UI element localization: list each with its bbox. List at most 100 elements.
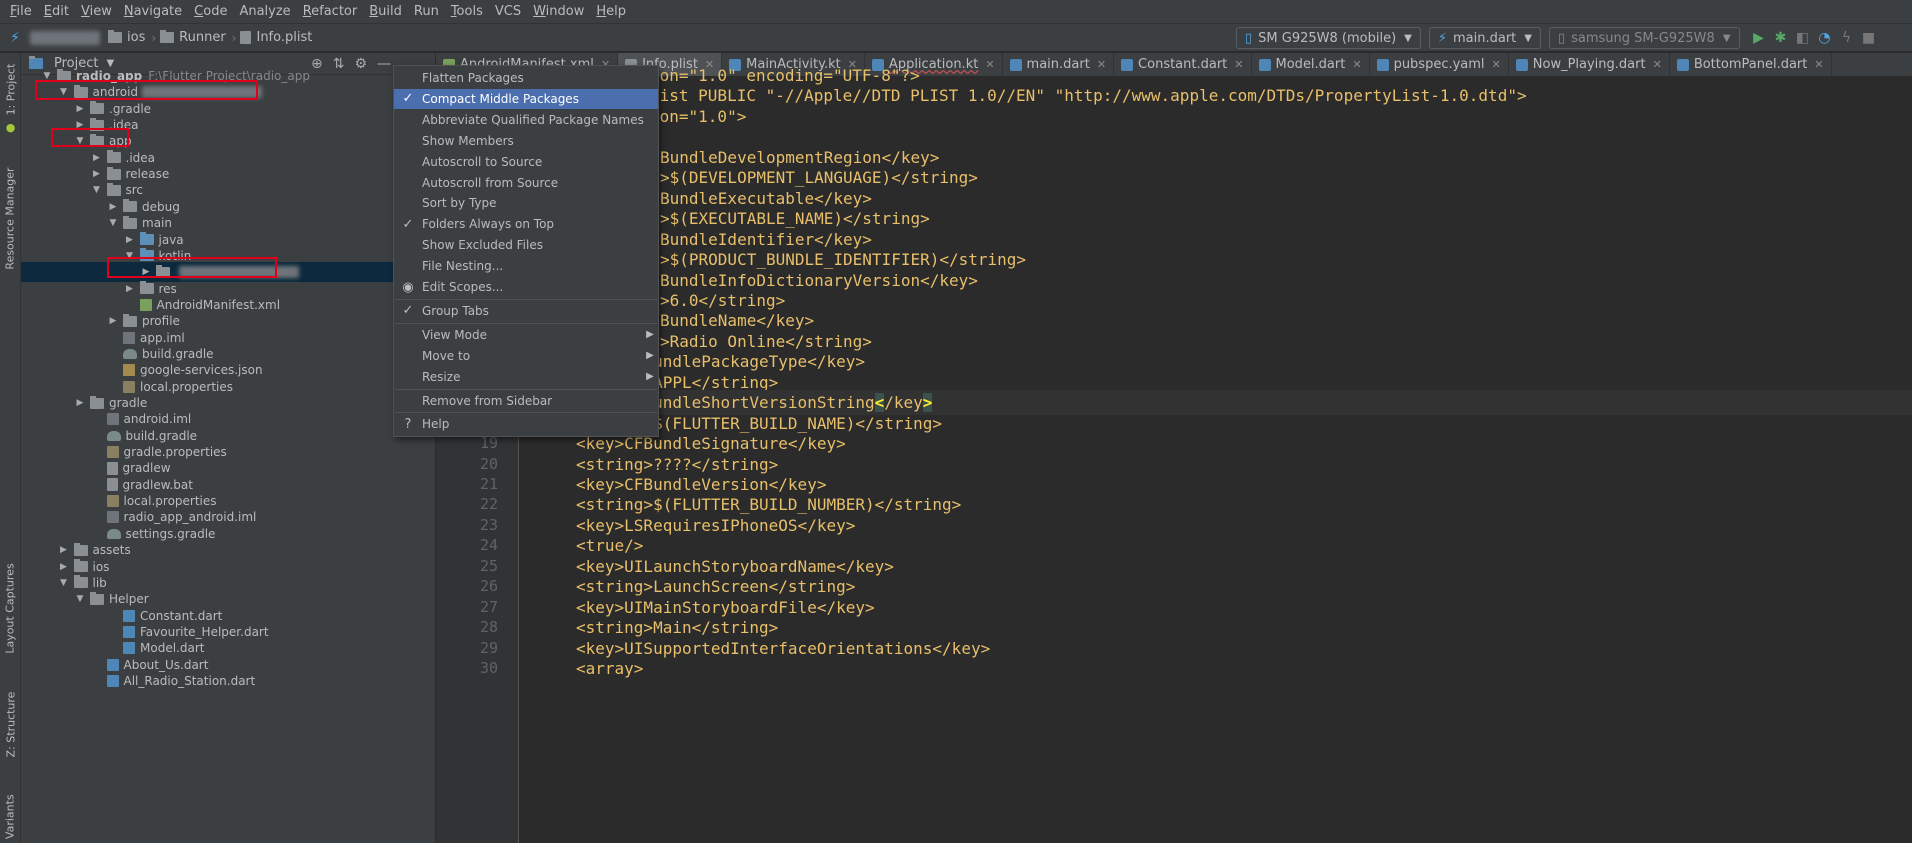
chevron-down-icon: ▼ — [1524, 32, 1532, 44]
layout-captures-tab[interactable]: Layout Captures — [0, 553, 21, 663]
breadcrumb-info-plist[interactable]: Info.plist — [240, 30, 312, 45]
structure-tab[interactable]: Z: Structure — [0, 679, 21, 769]
prop-icon — [106, 446, 119, 459]
line-number: 26 — [479, 577, 498, 596]
flutter-logo-icon[interactable]: ⚡ — [4, 27, 26, 49]
menu-mnemonic: V — [80, 3, 90, 19]
tree-item-label: ios — [92, 559, 110, 574]
expand-right-icon[interactable]: ▶ — [107, 202, 119, 212]
expand-right-icon[interactable]: ▶ — [91, 153, 103, 163]
menu-item[interactable]: ✓ Folders Always on Top — [394, 214, 658, 234]
menu-view[interactable]: View — [75, 0, 118, 24]
phone-icon: ▯ — [1557, 30, 1566, 46]
menu-mnemonic: W — [533, 3, 546, 19]
folder-icon — [139, 281, 154, 295]
expand-down-icon[interactable]: ▼ — [74, 594, 86, 604]
device-selector[interactable]: ▯ SM G925W8 (mobile) ▼ — [1236, 27, 1421, 49]
code-text: >$(DEVELOPMENT_LANGUAGE)</string> — [660, 168, 978, 188]
menu-edit[interactable]: Edit — [38, 0, 75, 24]
tree-item[interactable]: All_Radio_Station.dart — [21, 671, 431, 691]
hot-reload-icon[interactable]: ϟ — [1836, 27, 1858, 49]
expand-down-icon[interactable]: ▼ — [107, 218, 119, 228]
expand-right-icon[interactable]: ▶ — [58, 562, 70, 572]
breadcrumb-runner[interactable]: Runner — [160, 30, 226, 45]
menu-item[interactable]: Sort by Type — [394, 193, 658, 213]
expand-right-icon[interactable]: ▶ — [74, 104, 86, 114]
menu-mnemonic: R — [302, 3, 312, 19]
expand-right-icon[interactable]: ▶ — [91, 169, 103, 179]
menu-item[interactable]: View Mode ▶ — [394, 325, 658, 345]
menu-file[interactable]: File — [4, 0, 38, 24]
menu-refactor[interactable]: Refactor — [297, 0, 364, 24]
menu-window[interactable]: Window — [527, 0, 590, 24]
resource-manager-tab[interactable]: Resource Manager — [0, 153, 21, 283]
expand-right-icon[interactable]: ▶ — [58, 545, 70, 555]
menu-item-label: Move to — [422, 348, 471, 363]
menu-tools[interactable]: Tools — [445, 0, 489, 24]
folder-icon — [73, 559, 88, 572]
build-variants-tab[interactable]: uild Variants — [0, 783, 21, 843]
menu-help[interactable]: Help — [590, 0, 632, 24]
menu-item[interactable]: Move to ▶ — [394, 346, 658, 366]
expand-right-icon[interactable]: ▶ — [124, 235, 136, 245]
menu-item[interactable]: Show Excluded Files — [394, 235, 658, 255]
expand-right-icon[interactable]: ▶ — [124, 284, 136, 294]
folder-icon — [106, 166, 121, 180]
tree-item-label: gradle — [109, 396, 148, 410]
target-device-selector[interactable]: ▯ samsung SM-G925W8 ▼ — [1548, 27, 1740, 49]
menu-item[interactable]: Show Members — [394, 131, 658, 151]
expand-down-icon[interactable]: ▼ — [91, 185, 103, 195]
expand-right-icon[interactable]: ▶ — [74, 398, 86, 408]
coverage-icon[interactable]: ◧ — [1792, 27, 1814, 49]
tree-item-label: java — [158, 232, 184, 247]
menu-navigate[interactable]: Navigate — [118, 0, 188, 24]
menu-item[interactable]: ? Help — [394, 414, 658, 434]
project-crumb-blurred[interactable] — [30, 30, 100, 45]
menu-analyze[interactable]: Analyze — [233, 0, 296, 24]
menu-item[interactable]: Autoscroll from Source — [394, 173, 658, 193]
run-icon[interactable]: ▶ — [1748, 27, 1770, 49]
code-line[interactable]: <array> — [519, 656, 1912, 681]
menu-item[interactable]: Resize ▶ — [394, 367, 658, 387]
menu-item[interactable]: Flatten Packages — [394, 68, 658, 88]
menu-item[interactable]: ◉ Edit Scopes... — [394, 277, 658, 297]
line-number: 22 — [479, 495, 498, 514]
menu-item[interactable]: Remove from Sidebar — [394, 391, 658, 411]
menu-label: VCS — [494, 3, 522, 19]
tree-item-label: release — [125, 167, 170, 182]
folder-icon — [90, 395, 104, 409]
profile-icon[interactable]: ◔ — [1814, 27, 1836, 49]
menu-item-label: Group Tabs — [422, 303, 489, 318]
chevron-down-icon: ▼ — [1722, 32, 1731, 44]
menu-item-label: Autoscroll from Source — [422, 175, 559, 190]
menu-vcs[interactable]: VCS — [489, 0, 527, 24]
file-icon — [106, 461, 118, 475]
tree-item-label: gradlew — [122, 461, 171, 476]
expand-down-icon[interactable]: ▼ — [58, 578, 70, 588]
menu-mnemonic: E — [43, 3, 52, 19]
menu-label-rest: uild — [378, 3, 402, 19]
menu-item[interactable]: ✓ Compact Middle Packages — [394, 88, 658, 109]
stop-icon[interactable]: ■ — [1858, 27, 1880, 49]
code-text: <key>UILaunchStoryboardName</key> — [576, 556, 894, 576]
menu-run[interactable]: Run — [408, 0, 445, 24]
menu-build[interactable]: Build — [363, 0, 408, 24]
menu-item[interactable]: Autoscroll to Source — [394, 152, 658, 172]
tree-item-label: gradle.properties — [123, 445, 227, 460]
menu-code[interactable]: Code — [188, 0, 233, 24]
line-number: 28 — [479, 618, 498, 637]
tree-item-label: lib — [92, 575, 107, 590]
debug-icon[interactable]: ✱ — [1770, 27, 1792, 49]
project-tool-tab[interactable]: 1: Project — [0, 59, 21, 119]
run-config-selector[interactable]: ⚡ main.dart ▼ — [1428, 27, 1541, 49]
menu-item[interactable]: ✓ Group Tabs — [394, 301, 658, 321]
menu-item-label: Folders Always on Top — [422, 217, 555, 232]
breadcrumb-separator: › — [231, 30, 237, 45]
menu-item[interactable]: File Nesting... — [394, 256, 658, 276]
expand-right-icon[interactable]: ▶ — [107, 316, 119, 326]
menu-item[interactable]: Abbreviate Qualified Package Names — [394, 110, 658, 130]
menu-label-rest: dit — [52, 3, 69, 19]
menu-label: Analyze — [239, 3, 291, 19]
line-number: 24 — [479, 536, 498, 555]
breadcrumb-ios[interactable]: ios — [108, 30, 145, 45]
